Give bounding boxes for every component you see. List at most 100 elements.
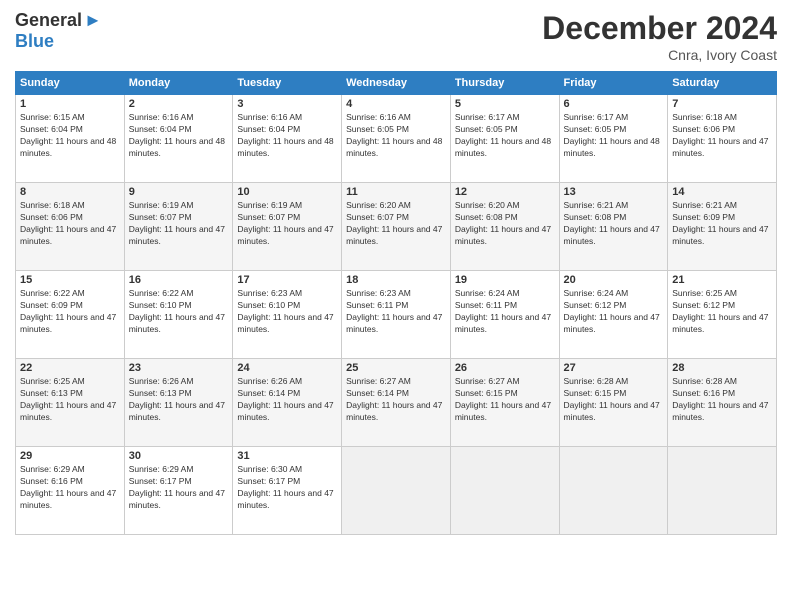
calendar-day-cell: 28 Sunrise: 6:28 AM Sunset: 6:16 PM Dayl…	[668, 359, 777, 447]
day-number: 9	[129, 186, 229, 198]
day-info: Sunrise: 6:27 AM Sunset: 6:14 PM Dayligh…	[346, 376, 446, 424]
calendar-day-cell: 7 Sunrise: 6:18 AM Sunset: 6:06 PM Dayli…	[668, 95, 777, 183]
day-number: 14	[672, 186, 772, 198]
day-info: Sunrise: 6:18 AM Sunset: 6:06 PM Dayligh…	[672, 112, 772, 160]
day-info: Sunrise: 6:16 AM Sunset: 6:05 PM Dayligh…	[346, 112, 446, 160]
day-info: Sunrise: 6:29 AM Sunset: 6:17 PM Dayligh…	[129, 464, 229, 512]
calendar-day-cell: 30 Sunrise: 6:29 AM Sunset: 6:17 PM Dayl…	[124, 447, 233, 535]
day-info: Sunrise: 6:16 AM Sunset: 6:04 PM Dayligh…	[237, 112, 337, 160]
day-info: Sunrise: 6:24 AM Sunset: 6:11 PM Dayligh…	[455, 288, 555, 336]
day-info: Sunrise: 6:17 AM Sunset: 6:05 PM Dayligh…	[455, 112, 555, 160]
calendar-day-cell: 31 Sunrise: 6:30 AM Sunset: 6:17 PM Dayl…	[233, 447, 342, 535]
day-number: 24	[237, 362, 337, 374]
day-number: 25	[346, 362, 446, 374]
logo: General ► Blue	[15, 10, 102, 52]
calendar-week-5: 29 Sunrise: 6:29 AM Sunset: 6:16 PM Dayl…	[16, 447, 777, 535]
day-number: 20	[564, 274, 664, 286]
calendar-day-cell: 24 Sunrise: 6:26 AM Sunset: 6:14 PM Dayl…	[233, 359, 342, 447]
day-info: Sunrise: 6:20 AM Sunset: 6:07 PM Dayligh…	[346, 200, 446, 248]
day-info: Sunrise: 6:23 AM Sunset: 6:10 PM Dayligh…	[237, 288, 337, 336]
day-number: 2	[129, 98, 229, 110]
day-number: 27	[564, 362, 664, 374]
calendar-day-cell	[668, 447, 777, 535]
calendar-day-cell: 8 Sunrise: 6:18 AM Sunset: 6:06 PM Dayli…	[16, 183, 125, 271]
calendar-day-cell: 1 Sunrise: 6:15 AM Sunset: 6:04 PM Dayli…	[16, 95, 125, 183]
day-number: 19	[455, 274, 555, 286]
weekday-header-wednesday: Wednesday	[342, 72, 451, 95]
day-info: Sunrise: 6:19 AM Sunset: 6:07 PM Dayligh…	[129, 200, 229, 248]
day-number: 7	[672, 98, 772, 110]
day-info: Sunrise: 6:22 AM Sunset: 6:09 PM Dayligh…	[20, 288, 120, 336]
logo-flag-icon: ►	[84, 10, 102, 31]
calendar-day-cell: 2 Sunrise: 6:16 AM Sunset: 6:04 PM Dayli…	[124, 95, 233, 183]
calendar-week-3: 15 Sunrise: 6:22 AM Sunset: 6:09 PM Dayl…	[16, 271, 777, 359]
day-info: Sunrise: 6:20 AM Sunset: 6:08 PM Dayligh…	[455, 200, 555, 248]
day-info: Sunrise: 6:25 AM Sunset: 6:12 PM Dayligh…	[672, 288, 772, 336]
weekday-header-sunday: Sunday	[16, 72, 125, 95]
calendar-day-cell: 12 Sunrise: 6:20 AM Sunset: 6:08 PM Dayl…	[450, 183, 559, 271]
day-info: Sunrise: 6:21 AM Sunset: 6:09 PM Dayligh…	[672, 200, 772, 248]
day-number: 3	[237, 98, 337, 110]
calendar-week-4: 22 Sunrise: 6:25 AM Sunset: 6:13 PM Dayl…	[16, 359, 777, 447]
day-number: 17	[237, 274, 337, 286]
day-number: 1	[20, 98, 120, 110]
calendar-day-cell: 5 Sunrise: 6:17 AM Sunset: 6:05 PM Dayli…	[450, 95, 559, 183]
day-number: 21	[672, 274, 772, 286]
calendar-day-cell: 22 Sunrise: 6:25 AM Sunset: 6:13 PM Dayl…	[16, 359, 125, 447]
header: General ► Blue December 2024 Cnra, Ivory…	[15, 10, 777, 63]
day-number: 18	[346, 274, 446, 286]
day-number: 29	[20, 450, 120, 462]
day-info: Sunrise: 6:26 AM Sunset: 6:14 PM Dayligh…	[237, 376, 337, 424]
day-number: 10	[237, 186, 337, 198]
calendar-day-cell: 11 Sunrise: 6:20 AM Sunset: 6:07 PM Dayl…	[342, 183, 451, 271]
calendar-day-cell: 9 Sunrise: 6:19 AM Sunset: 6:07 PM Dayli…	[124, 183, 233, 271]
day-info: Sunrise: 6:15 AM Sunset: 6:04 PM Dayligh…	[20, 112, 120, 160]
day-number: 6	[564, 98, 664, 110]
weekday-header-friday: Friday	[559, 72, 668, 95]
weekday-header-monday: Monday	[124, 72, 233, 95]
weekday-header-saturday: Saturday	[668, 72, 777, 95]
day-info: Sunrise: 6:27 AM Sunset: 6:15 PM Dayligh…	[455, 376, 555, 424]
calendar-page: General ► Blue December 2024 Cnra, Ivory…	[0, 0, 792, 612]
day-info: Sunrise: 6:22 AM Sunset: 6:10 PM Dayligh…	[129, 288, 229, 336]
day-info: Sunrise: 6:24 AM Sunset: 6:12 PM Dayligh…	[564, 288, 664, 336]
day-info: Sunrise: 6:29 AM Sunset: 6:16 PM Dayligh…	[20, 464, 120, 512]
weekday-header-tuesday: Tuesday	[233, 72, 342, 95]
weekday-header-thursday: Thursday	[450, 72, 559, 95]
calendar-day-cell: 3 Sunrise: 6:16 AM Sunset: 6:04 PM Dayli…	[233, 95, 342, 183]
calendar-day-cell: 18 Sunrise: 6:23 AM Sunset: 6:11 PM Dayl…	[342, 271, 451, 359]
day-number: 4	[346, 98, 446, 110]
location: Cnra, Ivory Coast	[542, 47, 777, 63]
calendar-week-2: 8 Sunrise: 6:18 AM Sunset: 6:06 PM Dayli…	[16, 183, 777, 271]
day-number: 16	[129, 274, 229, 286]
calendar-day-cell: 26 Sunrise: 6:27 AM Sunset: 6:15 PM Dayl…	[450, 359, 559, 447]
calendar-day-cell: 20 Sunrise: 6:24 AM Sunset: 6:12 PM Dayl…	[559, 271, 668, 359]
day-info: Sunrise: 6:30 AM Sunset: 6:17 PM Dayligh…	[237, 464, 337, 512]
logo-general: General	[15, 10, 82, 31]
day-number: 15	[20, 274, 120, 286]
calendar-day-cell: 25 Sunrise: 6:27 AM Sunset: 6:14 PM Dayl…	[342, 359, 451, 447]
calendar-day-cell: 19 Sunrise: 6:24 AM Sunset: 6:11 PM Dayl…	[450, 271, 559, 359]
day-number: 22	[20, 362, 120, 374]
calendar-day-cell: 6 Sunrise: 6:17 AM Sunset: 6:05 PM Dayli…	[559, 95, 668, 183]
calendar-day-cell	[559, 447, 668, 535]
calendar-day-cell: 15 Sunrise: 6:22 AM Sunset: 6:09 PM Dayl…	[16, 271, 125, 359]
day-number: 26	[455, 362, 555, 374]
day-info: Sunrise: 6:16 AM Sunset: 6:04 PM Dayligh…	[129, 112, 229, 160]
day-info: Sunrise: 6:21 AM Sunset: 6:08 PM Dayligh…	[564, 200, 664, 248]
calendar-day-cell	[342, 447, 451, 535]
day-number: 28	[672, 362, 772, 374]
calendar-day-cell: 14 Sunrise: 6:21 AM Sunset: 6:09 PM Dayl…	[668, 183, 777, 271]
day-number: 12	[455, 186, 555, 198]
day-number: 5	[455, 98, 555, 110]
day-info: Sunrise: 6:26 AM Sunset: 6:13 PM Dayligh…	[129, 376, 229, 424]
calendar-day-cell	[450, 447, 559, 535]
day-number: 30	[129, 450, 229, 462]
logo-blue: Blue	[15, 31, 54, 52]
calendar-week-1: 1 Sunrise: 6:15 AM Sunset: 6:04 PM Dayli…	[16, 95, 777, 183]
day-number: 8	[20, 186, 120, 198]
day-info: Sunrise: 6:25 AM Sunset: 6:13 PM Dayligh…	[20, 376, 120, 424]
day-info: Sunrise: 6:18 AM Sunset: 6:06 PM Dayligh…	[20, 200, 120, 248]
day-info: Sunrise: 6:19 AM Sunset: 6:07 PM Dayligh…	[237, 200, 337, 248]
calendar-day-cell: 13 Sunrise: 6:21 AM Sunset: 6:08 PM Dayl…	[559, 183, 668, 271]
